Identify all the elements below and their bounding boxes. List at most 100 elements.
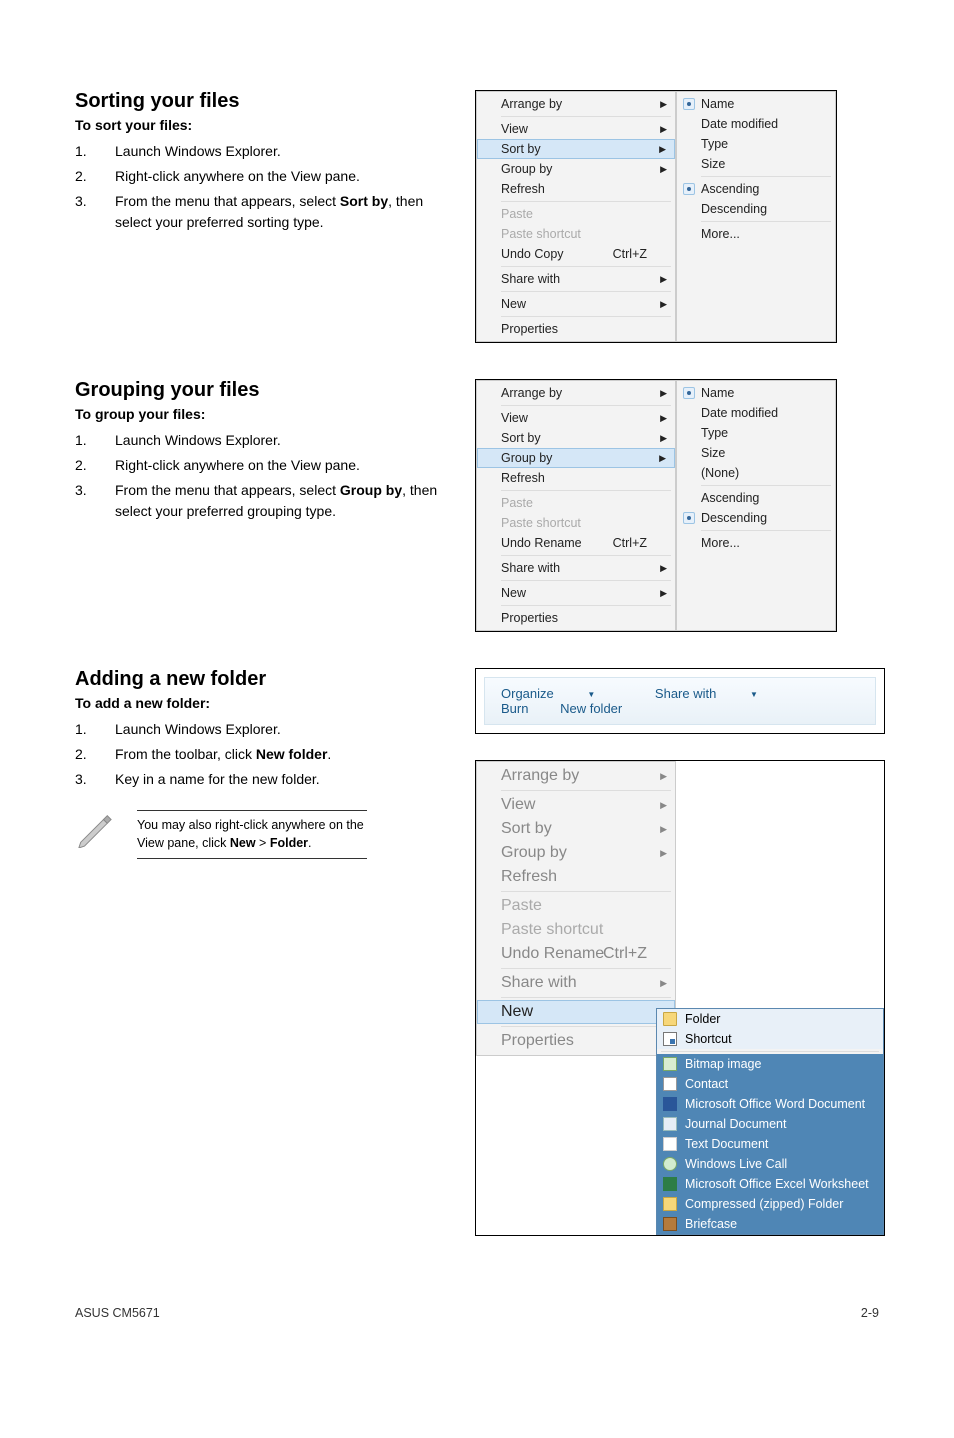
check-icon xyxy=(683,512,695,524)
menu-refresh[interactable]: Refresh xyxy=(477,468,675,488)
menu-group-by[interactable]: Group by▶ xyxy=(477,448,675,468)
menu-paste: Paste xyxy=(477,204,675,224)
note-text: You may also right-click anywhere on the… xyxy=(137,810,367,859)
menu-view[interactable]: View▶ xyxy=(477,408,675,428)
section-subhead: To add a new folder: xyxy=(75,695,445,711)
call-icon xyxy=(663,1157,677,1171)
toolbar-burn[interactable]: Burn xyxy=(501,701,528,716)
text-icon xyxy=(663,1137,677,1151)
word-icon xyxy=(663,1097,677,1111)
chevron-down-icon: ▼ xyxy=(587,690,595,699)
group-type[interactable]: Type xyxy=(677,423,835,443)
menu-undo[interactable]: Undo CopyCtrl+Z xyxy=(477,244,675,264)
list-item: 1.Launch Windows Explorer. xyxy=(75,719,445,740)
new-journal[interactable]: Journal Document xyxy=(657,1114,883,1134)
menu-group-by[interactable]: Group by▶ xyxy=(477,159,675,179)
menu-share-with[interactable]: Share with▶ xyxy=(477,558,675,578)
page-footer: ASUS CM5671 2-9 xyxy=(75,1306,879,1320)
new-word-doc[interactable]: Microsoft Office Word Document xyxy=(657,1094,883,1114)
list-item: 2.From the toolbar, click New folder. xyxy=(75,744,445,765)
pencil-icon xyxy=(75,810,113,848)
toolbar-organize[interactable]: Organize ▼ xyxy=(501,686,623,701)
bitmap-icon xyxy=(663,1057,677,1071)
menu-share-with[interactable]: Share with▶ xyxy=(477,269,675,289)
context-menu-sortby: Arrange by▶ View▶ Sort by▶ Group by▶ Ref… xyxy=(475,90,837,343)
sort-name[interactable]: Name xyxy=(677,94,835,114)
menu-new[interactable]: New▶ xyxy=(477,1000,675,1024)
menu-properties[interactable]: Properties xyxy=(477,319,675,339)
context-menu-groupby: Arrange by▶ View▶ Sort by▶ Group by▶ Ref… xyxy=(475,379,837,632)
new-shortcut[interactable]: Shortcut xyxy=(657,1029,883,1049)
new-zip[interactable]: Compressed (zipped) Folder xyxy=(657,1194,883,1214)
new-folder[interactable]: Folder xyxy=(657,1009,883,1029)
menu-view[interactable]: View▶ xyxy=(477,119,675,139)
menu-new[interactable]: New▶ xyxy=(477,583,675,603)
context-menu-new: Arrange by▶ View▶ Sort by▶ Group by▶ Ref… xyxy=(475,760,885,1236)
new-excel[interactable]: Microsoft Office Excel Worksheet xyxy=(657,1174,883,1194)
group-size[interactable]: Size xyxy=(677,443,835,463)
excel-icon xyxy=(663,1177,677,1191)
step-list: 1.Launch Windows Explorer. 2.From the to… xyxy=(75,719,445,790)
new-live-call[interactable]: Windows Live Call xyxy=(657,1154,883,1174)
list-item: 2.Right-click anywhere on the View pane. xyxy=(75,166,445,187)
sort-size[interactable]: Size xyxy=(677,154,835,174)
note-block: You may also right-click anywhere on the… xyxy=(75,810,445,859)
group-descending[interactable]: Descending xyxy=(677,508,835,528)
check-icon xyxy=(683,387,695,399)
menu-sort-by[interactable]: Sort by▶ xyxy=(477,428,675,448)
sort-ascending[interactable]: Ascending xyxy=(677,179,835,199)
list-item: 3.Key in a name for the new folder. xyxy=(75,769,445,790)
menu-group-by[interactable]: Group by▶ xyxy=(477,841,675,865)
check-icon xyxy=(683,183,695,195)
list-item: 2.Right-click anywhere on the View pane. xyxy=(75,455,445,476)
section-title: Adding a new folder xyxy=(75,668,445,691)
sort-descending[interactable]: Descending xyxy=(677,199,835,219)
explorer-toolbar: Organize ▼ Share with ▼ Burn New folder xyxy=(475,668,885,734)
chevron-down-icon: ▼ xyxy=(750,690,758,699)
menu-properties[interactable]: Properties xyxy=(477,1029,675,1053)
section-title: Sorting your files xyxy=(75,90,445,113)
menu-paste-shortcut: Paste shortcut xyxy=(477,224,675,244)
briefcase-icon xyxy=(663,1217,677,1231)
group-none[interactable]: (None) xyxy=(677,463,835,483)
menu-undo[interactable]: Undo RenameCtrl+Z xyxy=(477,942,675,966)
new-briefcase[interactable]: Briefcase xyxy=(657,1214,883,1234)
new-bitmap[interactable]: Bitmap image xyxy=(657,1054,883,1074)
new-text-doc[interactable]: Text Document xyxy=(657,1134,883,1154)
footer-left: ASUS CM5671 xyxy=(75,1306,160,1320)
journal-icon xyxy=(663,1117,677,1131)
step-list: 1.Launch Windows Explorer. 2.Right-click… xyxy=(75,430,445,522)
group-name[interactable]: Name xyxy=(677,383,835,403)
menu-arrange-by[interactable]: Arrange by▶ xyxy=(477,764,675,788)
menu-sort-by[interactable]: Sort by▶ xyxy=(477,139,675,159)
group-more[interactable]: More... xyxy=(677,533,835,553)
sort-more[interactable]: More... xyxy=(677,224,835,244)
menu-refresh[interactable]: Refresh xyxy=(477,865,675,889)
menu-arrange-by[interactable]: Arrange by▶ xyxy=(477,383,675,403)
menu-properties[interactable]: Properties xyxy=(477,608,675,628)
folder-icon xyxy=(663,1012,677,1026)
menu-refresh[interactable]: Refresh xyxy=(477,179,675,199)
list-item: 1.Launch Windows Explorer. xyxy=(75,141,445,162)
toolbar-new-folder[interactable]: New folder xyxy=(560,701,622,716)
step-list: 1.Launch Windows Explorer. 2.Right-click… xyxy=(75,141,445,233)
menu-view[interactable]: View▶ xyxy=(477,793,675,817)
sort-type[interactable]: Type xyxy=(677,134,835,154)
menu-arrange-by[interactable]: Arrange by▶ xyxy=(477,94,675,114)
new-contact[interactable]: Contact xyxy=(657,1074,883,1094)
list-item: 1.Launch Windows Explorer. xyxy=(75,430,445,451)
menu-undo[interactable]: Undo RenameCtrl+Z xyxy=(477,533,675,553)
group-date[interactable]: Date modified xyxy=(677,403,835,423)
menu-share-with[interactable]: Share with▶ xyxy=(477,971,675,995)
check-icon xyxy=(683,98,695,110)
menu-paste: Paste xyxy=(477,493,675,513)
sort-date[interactable]: Date modified xyxy=(677,114,835,134)
menu-new[interactable]: New▶ xyxy=(477,294,675,314)
shortcut-icon xyxy=(663,1032,677,1046)
contact-icon xyxy=(663,1077,677,1091)
menu-paste-shortcut: Paste shortcut xyxy=(477,918,675,942)
toolbar-share-with[interactable]: Share with ▼ xyxy=(655,686,786,701)
section-title: Grouping your files xyxy=(75,379,445,402)
menu-sort-by[interactable]: Sort by▶ xyxy=(477,817,675,841)
group-ascending[interactable]: Ascending xyxy=(677,488,835,508)
